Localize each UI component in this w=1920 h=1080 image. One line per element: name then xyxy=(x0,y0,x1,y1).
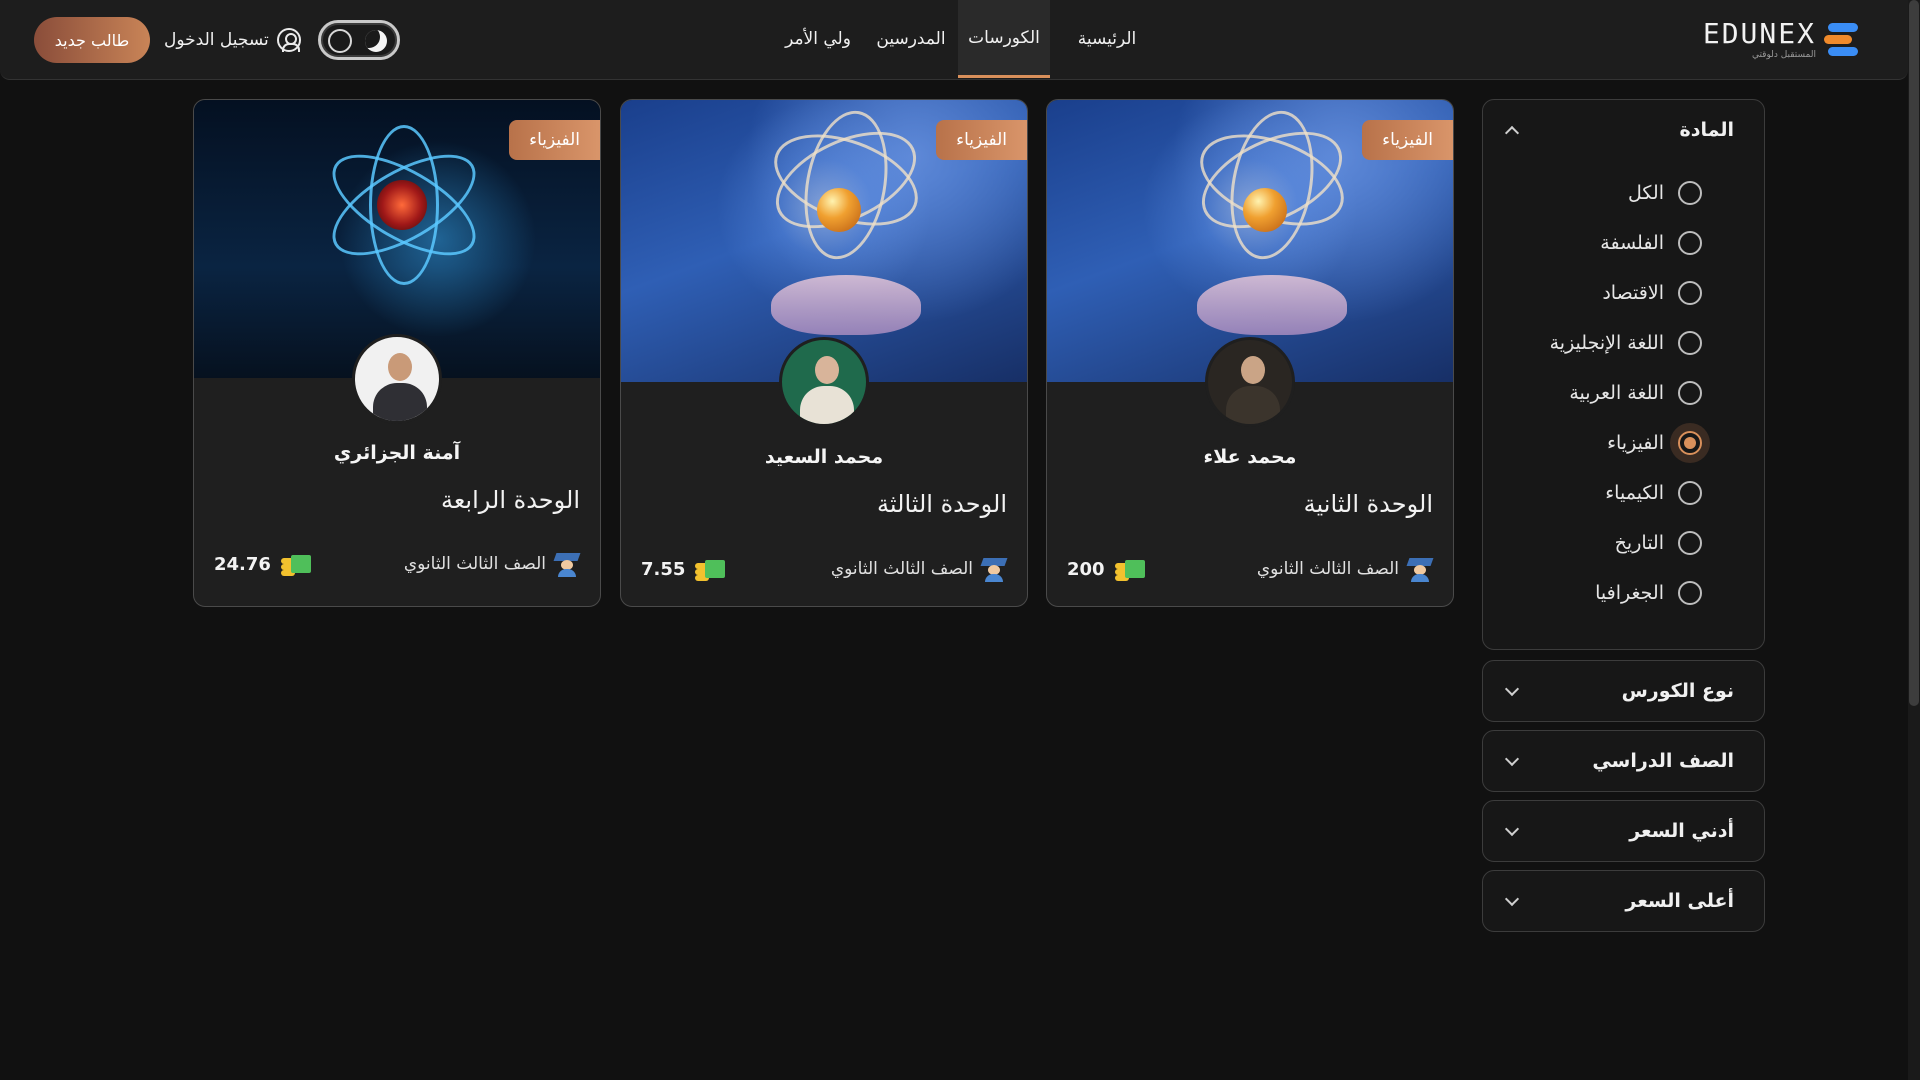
course-price: 200 xyxy=(1067,557,1145,581)
subject-option-physics[interactable]: الفيزياء xyxy=(1483,418,1764,468)
radio-button[interactable] xyxy=(1678,181,1702,205)
course-card[interactable]: الفيزياء آمنة الجزائري الوحدة الرابعة ال… xyxy=(193,99,601,607)
filter-subject-title: المادة xyxy=(1679,119,1735,141)
course-price: 24.76 xyxy=(214,552,311,576)
chevron-down-icon xyxy=(1504,751,1520,767)
graduate-icon xyxy=(1406,556,1434,582)
filter-min-price-title: أدني السعر xyxy=(1629,820,1734,842)
subject-option-history[interactable]: التاريخ xyxy=(1483,518,1764,568)
course-grade: الصف الثالث الثانوي xyxy=(1257,556,1434,582)
course-price: 7.55 xyxy=(641,557,726,581)
teacher-name: محمد السعيد xyxy=(764,446,884,468)
nav-teachers[interactable]: المدرسين xyxy=(870,0,952,78)
page-scrollbar[interactable] xyxy=(1908,0,1920,1080)
teacher-name: محمد علاء xyxy=(1203,446,1297,468)
subject-option-english[interactable]: اللغة الإنجليزية xyxy=(1483,318,1764,368)
logo-wordmark: EDUNEX xyxy=(1702,17,1816,50)
course-grade: الصف الثالث الثانوي xyxy=(404,551,581,577)
nav-home[interactable]: الرئيسية xyxy=(1060,0,1154,78)
user-circle-icon xyxy=(276,28,301,52)
teacher-avatar xyxy=(1205,337,1295,427)
radio-button[interactable] xyxy=(1678,231,1702,255)
course-card[interactable]: الفيزياء محمد السعيد الوحدة الثالثة الصف… xyxy=(620,99,1028,607)
moon-icon xyxy=(365,30,387,52)
chevron-down-icon xyxy=(1504,681,1520,697)
radio-button[interactable] xyxy=(1678,331,1702,355)
top-header: EDUNEX المستقبل دلوقتي الرئيسية الكورسات… xyxy=(0,0,1908,80)
subject-option-arabic[interactable]: اللغة العربية xyxy=(1483,368,1764,418)
money-icon xyxy=(280,552,311,576)
scrollbar-thumb[interactable] xyxy=(1909,0,1919,706)
money-icon xyxy=(1114,557,1145,581)
login-link[interactable]: تسجيل الدخول xyxy=(164,22,301,58)
radio-button[interactable] xyxy=(1678,481,1702,505)
course-title: الوحدة الثانية xyxy=(1303,490,1433,518)
subject-badge: الفيزياء xyxy=(1362,120,1453,160)
subject-badge: الفيزياء xyxy=(509,120,600,160)
filter-grade-title: الصف الدراسي xyxy=(1592,750,1734,772)
subject-option-chemistry[interactable]: الكيمياء xyxy=(1483,468,1764,518)
radio-button[interactable] xyxy=(1678,281,1702,305)
filter-course-type[interactable]: نوع الكورس xyxy=(1482,660,1765,722)
radio-button[interactable] xyxy=(1678,581,1702,605)
subject-option-geography[interactable]: الجغرافيا xyxy=(1483,568,1764,618)
chevron-up-icon xyxy=(1504,125,1520,141)
nav-parent[interactable]: ولي الأمر xyxy=(776,0,860,78)
course-grade: الصف الثالث الثانوي xyxy=(831,556,1008,582)
filter-max-price[interactable]: أعلى السعر xyxy=(1482,870,1765,932)
filter-max-price-title: أعلى السعر xyxy=(1625,890,1734,912)
chevron-down-icon xyxy=(1504,821,1520,837)
radio-button[interactable] xyxy=(1678,531,1702,555)
teacher-avatar xyxy=(352,334,442,424)
brand-logo[interactable]: EDUNEX المستقبل دلوقتي xyxy=(1670,18,1860,62)
subject-option-all[interactable]: الكل xyxy=(1483,168,1764,218)
login-label: تسجيل الدخول xyxy=(164,30,269,50)
theme-toggle[interactable] xyxy=(318,20,400,60)
filter-grade[interactable]: الصف الدراسي xyxy=(1482,730,1765,792)
filter-min-price[interactable]: أدني السعر xyxy=(1482,800,1765,862)
course-title: الوحدة الثالثة xyxy=(877,490,1007,518)
toggle-knob-icon xyxy=(328,29,352,53)
filter-subject-header[interactable]: المادة xyxy=(1483,100,1764,160)
filter-subject: المادة الكل الفلسفة الاقتصاد اللغة الإنج… xyxy=(1482,99,1765,650)
subject-option-economics[interactable]: الاقتصاد xyxy=(1483,268,1764,318)
graduate-icon xyxy=(980,556,1008,582)
chevron-down-icon xyxy=(1504,891,1520,907)
subject-badge: الفيزياء xyxy=(936,120,1027,160)
course-card[interactable]: الفيزياء محمد علاء الوحدة الثانية الصف ا… xyxy=(1046,99,1454,607)
new-student-button[interactable]: طالب جديد xyxy=(34,17,150,63)
radio-button[interactable] xyxy=(1678,381,1702,405)
subject-option-philosophy[interactable]: الفلسفة xyxy=(1483,218,1764,268)
logo-mark-icon xyxy=(1824,21,1860,59)
filter-course-type-title: نوع الكورس xyxy=(1621,680,1734,702)
nav-courses[interactable]: الكورسات xyxy=(958,0,1050,78)
graduate-icon xyxy=(553,551,581,577)
money-icon xyxy=(695,557,726,581)
logo-tagline: المستقبل دلوقتي xyxy=(1751,50,1816,60)
course-title: الوحدة الرابعة xyxy=(440,486,580,514)
teacher-name: آمنة الجزائري xyxy=(333,442,461,464)
radio-button-checked[interactable] xyxy=(1678,431,1702,455)
teacher-avatar xyxy=(779,337,869,427)
